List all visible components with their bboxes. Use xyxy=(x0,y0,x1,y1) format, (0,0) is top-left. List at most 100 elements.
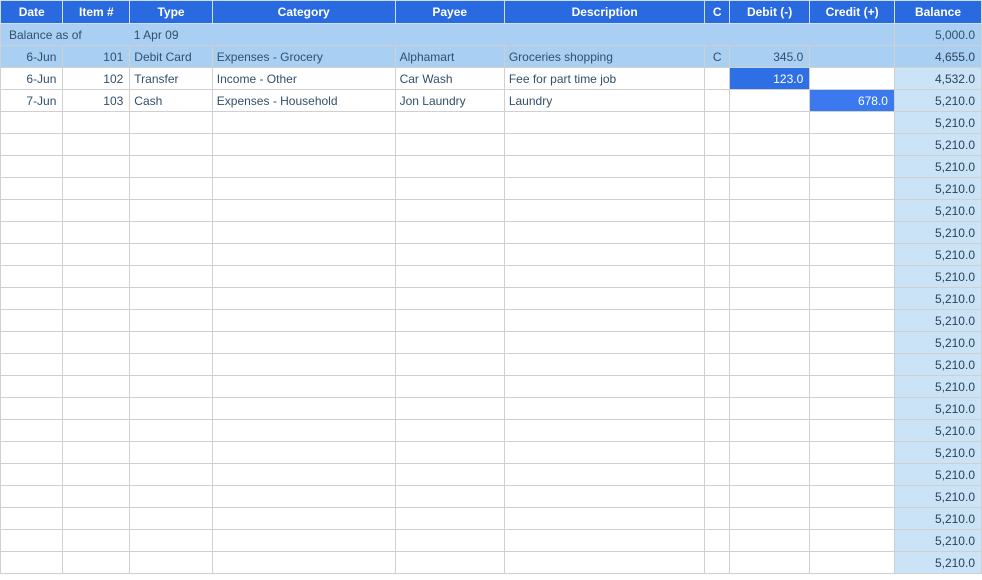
empty-cell[interactable] xyxy=(810,266,895,288)
cell-category[interactable]: Expenses - Grocery xyxy=(212,46,395,68)
empty-cell[interactable] xyxy=(1,354,63,376)
cell-balance[interactable]: 5,210.0 xyxy=(894,90,981,112)
empty-cell[interactable] xyxy=(130,508,212,530)
cell-c[interactable]: C xyxy=(705,46,730,68)
empty-cell[interactable] xyxy=(395,112,504,134)
empty-cell[interactable] xyxy=(810,134,895,156)
empty-cell[interactable] xyxy=(63,508,130,530)
empty-cell[interactable] xyxy=(705,134,730,156)
empty-cell[interactable] xyxy=(130,288,212,310)
empty-cell[interactable] xyxy=(212,266,395,288)
empty-cell[interactable] xyxy=(130,310,212,332)
empty-cell[interactable] xyxy=(212,376,395,398)
cell-payee[interactable]: Alphamart xyxy=(395,46,504,68)
empty-cell[interactable] xyxy=(810,112,895,134)
empty-cell[interactable] xyxy=(504,442,705,464)
empty-cell[interactable] xyxy=(504,288,705,310)
empty-cell[interactable] xyxy=(504,420,705,442)
empty-cell[interactable] xyxy=(395,244,504,266)
empty-cell[interactable] xyxy=(730,266,810,288)
empty-cell[interactable] xyxy=(395,156,504,178)
empty-cell[interactable] xyxy=(705,552,730,574)
empty-cell[interactable] xyxy=(730,310,810,332)
empty-cell[interactable] xyxy=(730,244,810,266)
empty-cell[interactable] xyxy=(1,398,63,420)
empty-cell[interactable] xyxy=(810,508,895,530)
empty-cell[interactable] xyxy=(504,398,705,420)
empty-cell[interactable] xyxy=(1,266,63,288)
cell-type[interactable]: Cash xyxy=(130,90,212,112)
empty-cell[interactable] xyxy=(705,398,730,420)
empty-cell[interactable] xyxy=(504,222,705,244)
empty-cell[interactable] xyxy=(395,288,504,310)
cell-credit[interactable]: 678.0 xyxy=(810,90,895,112)
empty-cell[interactable] xyxy=(212,178,395,200)
empty-cell[interactable] xyxy=(1,222,63,244)
empty-cell[interactable] xyxy=(63,398,130,420)
empty-cell[interactable] xyxy=(212,332,395,354)
cell-balance[interactable]: 5,210.0 xyxy=(894,112,981,134)
empty-cell[interactable] xyxy=(130,442,212,464)
empty-cell[interactable] xyxy=(130,552,212,574)
cell-balance[interactable]: 5,210.0 xyxy=(894,420,981,442)
empty-cell[interactable] xyxy=(130,486,212,508)
empty-cell[interactable] xyxy=(395,420,504,442)
empty-cell[interactable] xyxy=(63,464,130,486)
empty-cell[interactable] xyxy=(212,530,395,552)
empty-cell[interactable] xyxy=(504,156,705,178)
cell-payee[interactable]: Jon Laundry xyxy=(395,90,504,112)
empty-cell[interactable] xyxy=(395,354,504,376)
empty-cell[interactable] xyxy=(212,420,395,442)
empty-cell[interactable] xyxy=(730,442,810,464)
empty-cell[interactable] xyxy=(63,530,130,552)
header-category[interactable]: Category xyxy=(212,1,395,24)
cell-debit[interactable] xyxy=(730,90,810,112)
empty-cell[interactable] xyxy=(212,156,395,178)
empty-cell[interactable] xyxy=(130,530,212,552)
empty-cell[interactable] xyxy=(395,398,504,420)
empty-cell[interactable] xyxy=(705,530,730,552)
empty-cell[interactable] xyxy=(504,486,705,508)
empty-cell[interactable] xyxy=(130,156,212,178)
empty-cell[interactable] xyxy=(63,376,130,398)
cell-balance[interactable]: 5,210.0 xyxy=(894,200,981,222)
empty-cell[interactable] xyxy=(395,442,504,464)
empty-cell[interactable] xyxy=(1,244,63,266)
cell-balance[interactable]: 5,210.0 xyxy=(894,244,981,266)
empty-cell[interactable] xyxy=(63,222,130,244)
empty-cell[interactable] xyxy=(810,464,895,486)
empty-cell[interactable] xyxy=(212,112,395,134)
empty-cell[interactable] xyxy=(63,310,130,332)
cell-balance[interactable]: 5,210.0 xyxy=(894,332,981,354)
empty-cell[interactable] xyxy=(705,266,730,288)
empty-cell[interactable] xyxy=(63,442,130,464)
empty-cell[interactable] xyxy=(730,332,810,354)
empty-cell[interactable] xyxy=(395,486,504,508)
empty-cell[interactable] xyxy=(130,266,212,288)
empty-cell[interactable] xyxy=(730,376,810,398)
empty-cell[interactable] xyxy=(810,244,895,266)
empty-cell[interactable] xyxy=(1,552,63,574)
empty-cell[interactable] xyxy=(730,112,810,134)
empty-cell[interactable] xyxy=(504,354,705,376)
empty-cell[interactable] xyxy=(730,508,810,530)
empty-cell[interactable] xyxy=(1,508,63,530)
header-balance[interactable]: Balance xyxy=(894,1,981,24)
cell-debit[interactable]: 345.0 xyxy=(730,46,810,68)
empty-cell[interactable] xyxy=(504,310,705,332)
empty-cell[interactable] xyxy=(705,420,730,442)
cell-balance[interactable]: 5,210.0 xyxy=(894,552,981,574)
empty-cell[interactable] xyxy=(810,332,895,354)
empty-cell[interactable] xyxy=(730,134,810,156)
cell-balance[interactable]: 5,210.0 xyxy=(894,530,981,552)
cell-category[interactable]: Income - Other xyxy=(212,68,395,90)
empty-cell[interactable] xyxy=(212,398,395,420)
empty-cell[interactable] xyxy=(395,222,504,244)
empty-cell[interactable] xyxy=(63,288,130,310)
empty-cell[interactable] xyxy=(212,310,395,332)
empty-cell[interactable] xyxy=(504,508,705,530)
empty-cell[interactable] xyxy=(63,178,130,200)
header-item[interactable]: Item # xyxy=(63,1,130,24)
empty-cell[interactable] xyxy=(504,134,705,156)
empty-cell[interactable] xyxy=(212,486,395,508)
